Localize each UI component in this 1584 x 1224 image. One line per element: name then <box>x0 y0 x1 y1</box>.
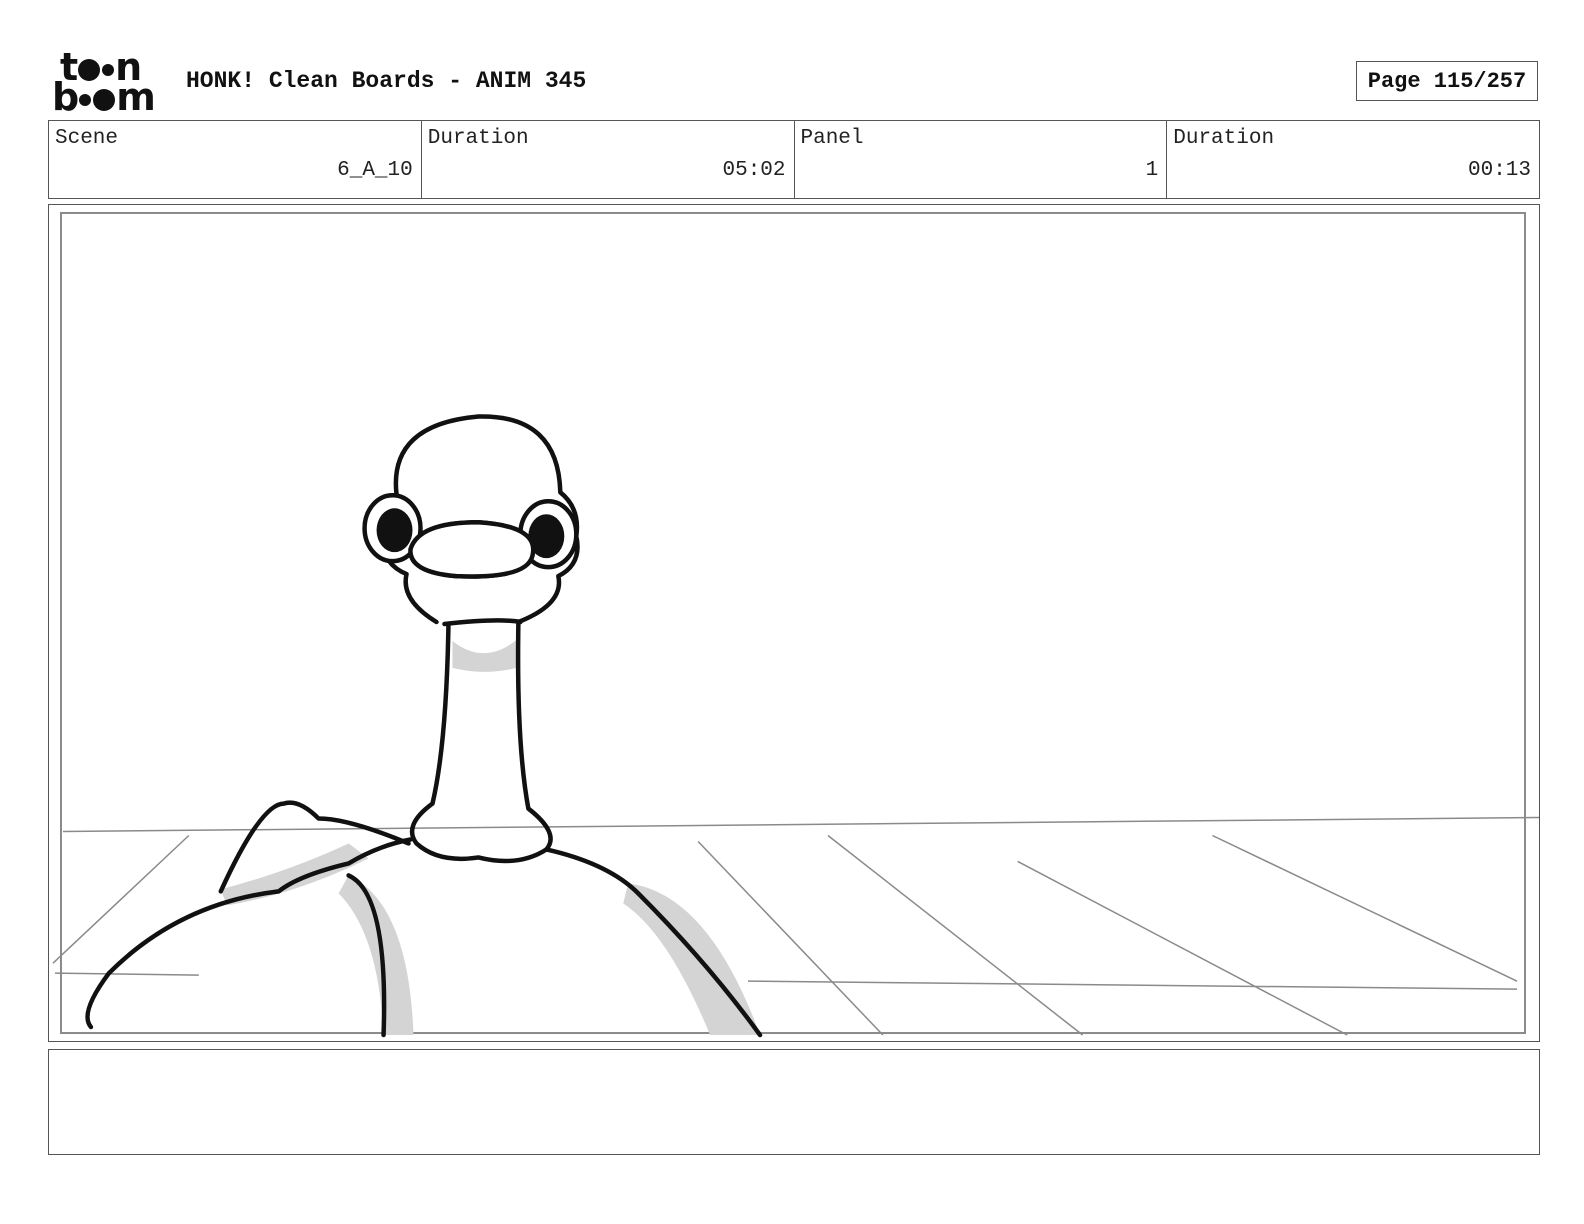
scene-label: Scene <box>55 127 119 150</box>
page-number-badge: Page 115/257 <box>1356 61 1538 101</box>
document-title: HONK! Clean Boards - ANIM 345 <box>186 68 587 94</box>
panel-duration-label: Duration <box>1173 127 1275 150</box>
goose-shading <box>220 639 761 1036</box>
safe-area-frame <box>59 211 1527 1035</box>
panel-duration-value: 00:13 <box>1467 159 1531 182</box>
page-number-label: Page 115/257 <box>1367 68 1527 94</box>
scene-cell: Scene 6_A_10 <box>49 121 422 198</box>
scene-info-row: Scene 6_A_10 Duration 05:02 Panel 1 Dura… <box>48 120 1540 199</box>
scene-duration-value: 05:02 <box>722 159 786 182</box>
scene-duration-cell: Duration 05:02 <box>422 121 795 198</box>
goose-drawing <box>52 211 1539 1038</box>
panel-label: Panel <box>800 127 864 150</box>
storyboard-panel <box>48 204 1540 1042</box>
panel-notes-box <box>48 1049 1540 1155</box>
panel-duration-cell: Duration 00:13 <box>1167 121 1539 198</box>
toon-boom-logo: tn bm <box>52 48 164 119</box>
panel-cell: Panel 1 <box>795 121 1168 198</box>
scene-duration-label: Duration <box>427 127 529 150</box>
logo-word-boom: bm <box>52 75 156 119</box>
panel-value: 1 <box>1145 159 1159 182</box>
goose-outline <box>85 414 763 1038</box>
floor-perspective-lines <box>52 816 1539 1036</box>
goose-eyes <box>362 493 579 579</box>
scene-value: 6_A_10 <box>337 159 413 182</box>
